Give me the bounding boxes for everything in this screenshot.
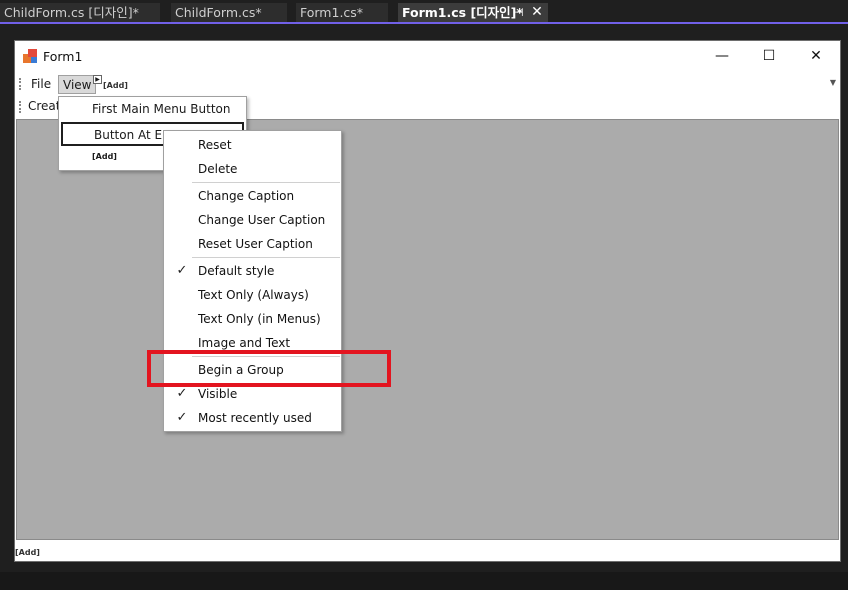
tab-childform-code[interactable]: ChildForm.cs* <box>171 3 287 22</box>
ctx-item-label: Change Caption <box>198 189 295 203</box>
ctx-item-label: Visible <box>198 387 238 401</box>
dropdown-item-first-main-menu-button[interactable]: First Main Menu Button <box>61 98 244 122</box>
designer-bottom-strip <box>0 572 848 590</box>
ctx-item-change-user-caption[interactable]: Change User Caption <box>165 208 340 232</box>
ctx-item-default-style[interactable]: ✓ Default style <box>165 259 340 283</box>
ctx-item-label: Image and Text <box>198 336 291 350</box>
document-tab-bar: ChildForm.cs [디자인]* ChildForm.cs* Form1.… <box>0 0 848 24</box>
ctx-item-label: Most recently used <box>198 411 312 425</box>
menu-strip: File View ▶ [Add] ▼ <box>15 72 840 96</box>
menu-separator <box>192 257 340 258</box>
menu-file[interactable]: File <box>27 75 55 94</box>
ctx-item-text-only-always[interactable]: Text Only (Always) <box>165 283 340 307</box>
menu-view[interactable]: View <box>58 75 97 94</box>
ctx-item-delete[interactable]: Delete <box>165 157 340 181</box>
pin-icon[interactable]: ⊣ <box>514 3 526 22</box>
overflow-arrow-icon[interactable]: ▼ <box>830 78 836 87</box>
smart-tag-arrow-icon[interactable]: ▶ <box>93 75 102 84</box>
ctx-item-label: Change User Caption <box>198 213 326 227</box>
ctx-item-reset-user-caption[interactable]: Reset User Caption <box>165 232 340 256</box>
form-icon <box>23 49 37 63</box>
status-add-item[interactable]: [Add] <box>15 548 40 557</box>
toolstrip-button[interactable]: Creat <box>28 99 61 113</box>
check-icon: ✓ <box>176 263 188 278</box>
ctx-item-label: Default style <box>198 264 275 278</box>
form-title: Form1 <box>43 49 83 64</box>
menu-separator <box>192 182 340 183</box>
ctx-item-label: Text Only (in Menus) <box>198 312 321 326</box>
ctx-item-change-caption[interactable]: Change Caption <box>165 184 340 208</box>
tab-form1-code[interactable]: Form1.cs* <box>296 3 388 22</box>
form-titlebar: Form1 — ☐ ✕ <box>15 41 840 72</box>
ctx-item-label: Reset <box>198 138 232 152</box>
menu-add-item[interactable]: [Add] <box>103 81 128 90</box>
ctx-item-text-only-in-menus[interactable]: Text Only (in Menus) <box>165 307 340 331</box>
ctx-item-label: Text Only (Always) <box>198 288 309 302</box>
tab-childform-design[interactable]: ChildForm.cs [디자인]* <box>0 3 160 22</box>
minimize-button[interactable]: — <box>699 41 745 72</box>
ctx-item-label: Reset User Caption <box>198 237 313 251</box>
status-strip: [Add] <box>15 541 840 561</box>
maximize-button[interactable]: ☐ <box>746 41 792 72</box>
ctx-item-most-recently-used[interactable]: ✓ Most recently used <box>165 406 340 430</box>
ctx-item-label: Delete <box>198 162 238 176</box>
check-icon: ✓ <box>176 410 188 425</box>
close-button[interactable]: ✕ <box>793 41 839 72</box>
highlight-annotation <box>147 350 391 387</box>
grip-icon[interactable] <box>19 78 22 90</box>
close-icon[interactable]: ✕ <box>530 3 544 22</box>
ctx-item-reset[interactable]: Reset <box>165 133 340 157</box>
grip-icon[interactable] <box>19 101 22 113</box>
form-client-area[interactable] <box>16 119 839 540</box>
